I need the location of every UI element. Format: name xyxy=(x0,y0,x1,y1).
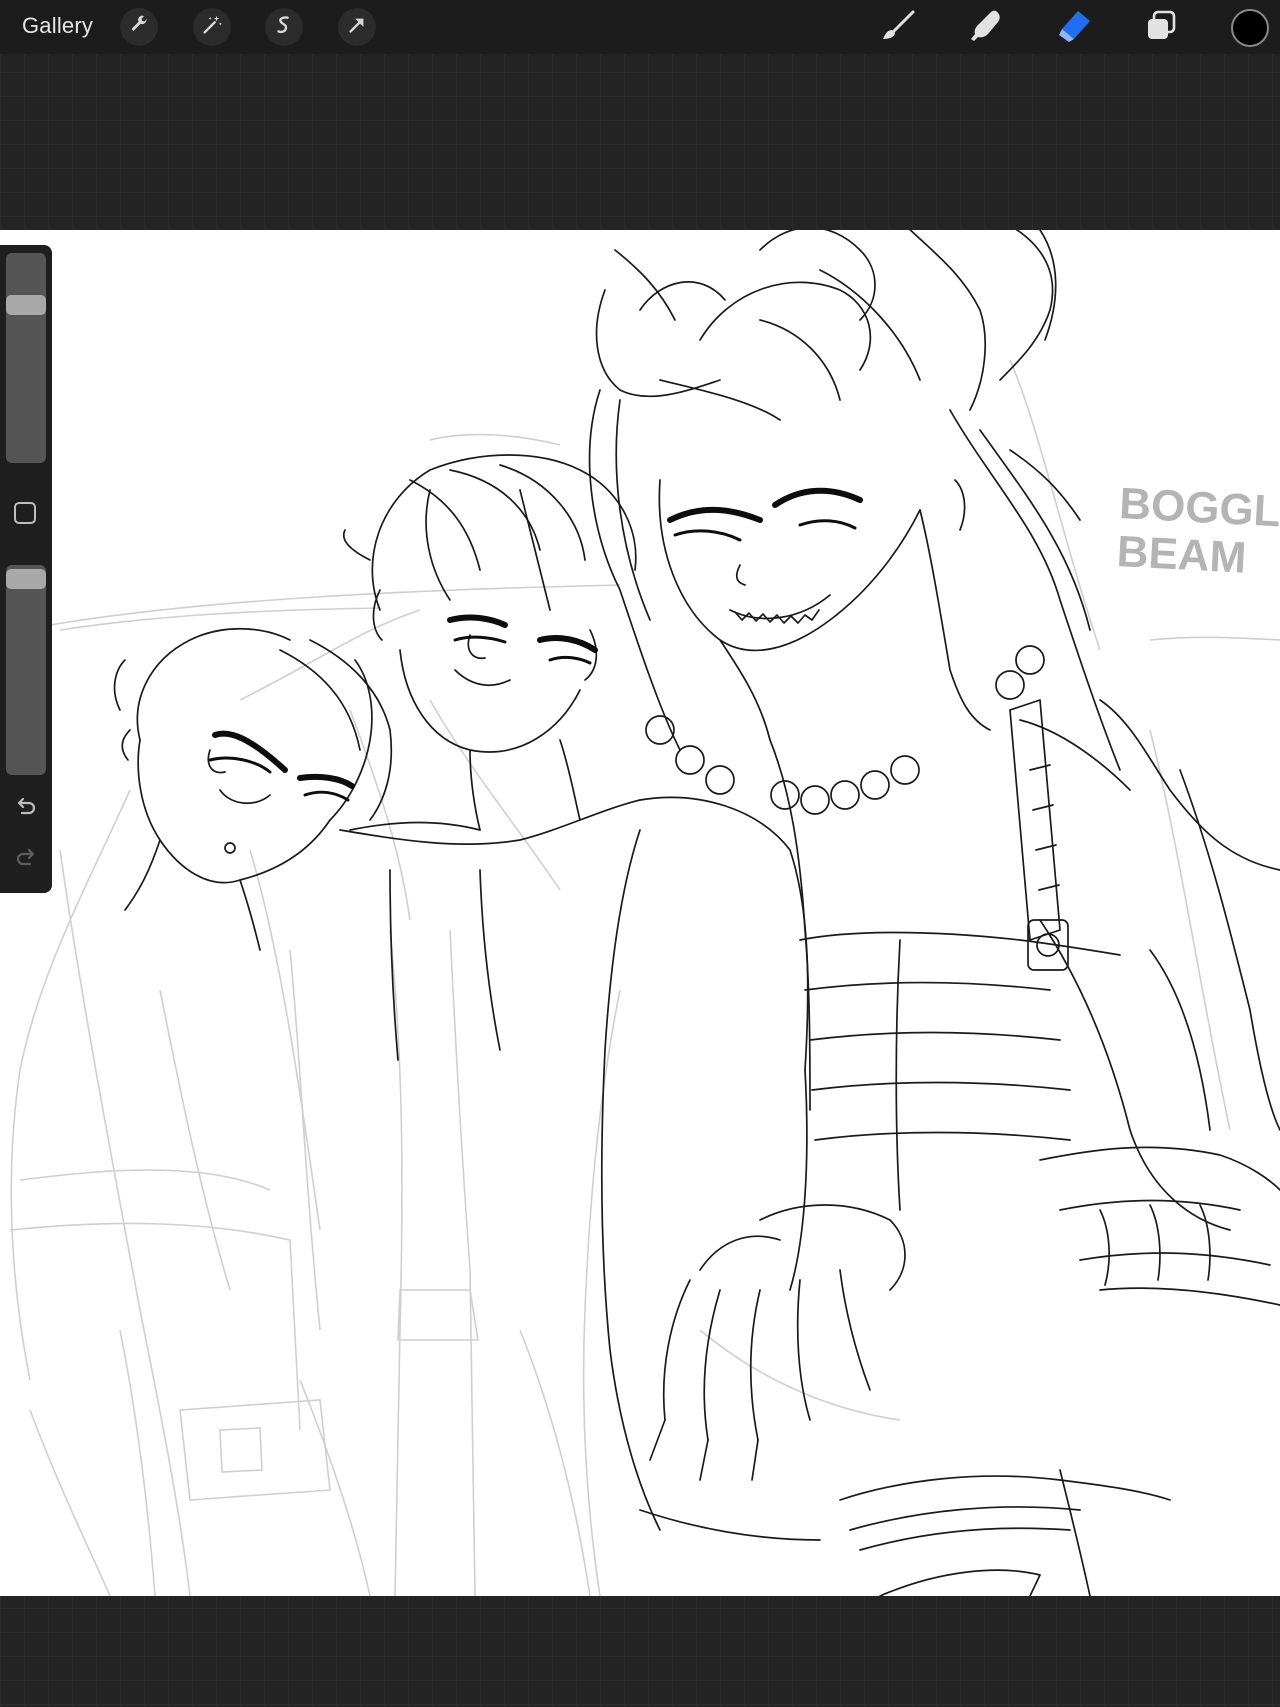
gallery-button[interactable]: Gallery xyxy=(22,13,93,39)
undo-icon xyxy=(14,794,38,823)
brush-size-slider[interactable] xyxy=(6,253,46,463)
color-swatch[interactable] xyxy=(1231,9,1269,47)
magic-wand-icon xyxy=(201,14,223,41)
modify-button[interactable] xyxy=(14,502,36,524)
left-sidebar xyxy=(0,245,52,893)
actions-button[interactable] xyxy=(120,8,158,46)
selection-icon xyxy=(273,14,295,41)
transform-button[interactable] xyxy=(338,8,376,46)
redo-button[interactable] xyxy=(12,845,40,873)
artist-watermark: BOGGLE BEAM xyxy=(1115,479,1280,586)
layers-button[interactable] xyxy=(1139,6,1183,50)
selection-button[interactable] xyxy=(265,8,303,46)
transform-arrow-icon xyxy=(346,14,368,41)
smudge-tool-button[interactable] xyxy=(964,6,1008,50)
eyes xyxy=(208,519,857,802)
redo-icon xyxy=(14,845,38,874)
ink-lines xyxy=(113,230,1280,1596)
smudge-icon xyxy=(966,8,1006,49)
watermark-line-2: BEAM xyxy=(1115,527,1248,583)
procreate-workspace: Gallery BOGGLE BEAM xyxy=(0,0,1280,1707)
drawing-canvas[interactable]: BOGGLE BEAM xyxy=(0,230,1280,1596)
undo-button[interactable] xyxy=(12,794,40,822)
layers-icon xyxy=(1143,9,1179,48)
opacity-thumb[interactable] xyxy=(6,569,46,589)
brush-size-thumb[interactable] xyxy=(6,295,46,315)
chain-necklace xyxy=(645,645,1045,815)
eyebrows xyxy=(212,487,863,789)
sketch-lines xyxy=(9,359,1280,1596)
eraser-icon xyxy=(1054,8,1094,49)
top-toolbar: Gallery xyxy=(0,0,1280,54)
wrench-icon xyxy=(128,14,150,41)
adjustments-button[interactable] xyxy=(193,8,231,46)
brush-tool-button[interactable] xyxy=(877,6,921,50)
line-art xyxy=(9,230,1280,1596)
opacity-slider[interactable] xyxy=(6,565,46,775)
eraser-tool-button[interactable] xyxy=(1052,6,1096,50)
brush-icon xyxy=(879,8,919,49)
